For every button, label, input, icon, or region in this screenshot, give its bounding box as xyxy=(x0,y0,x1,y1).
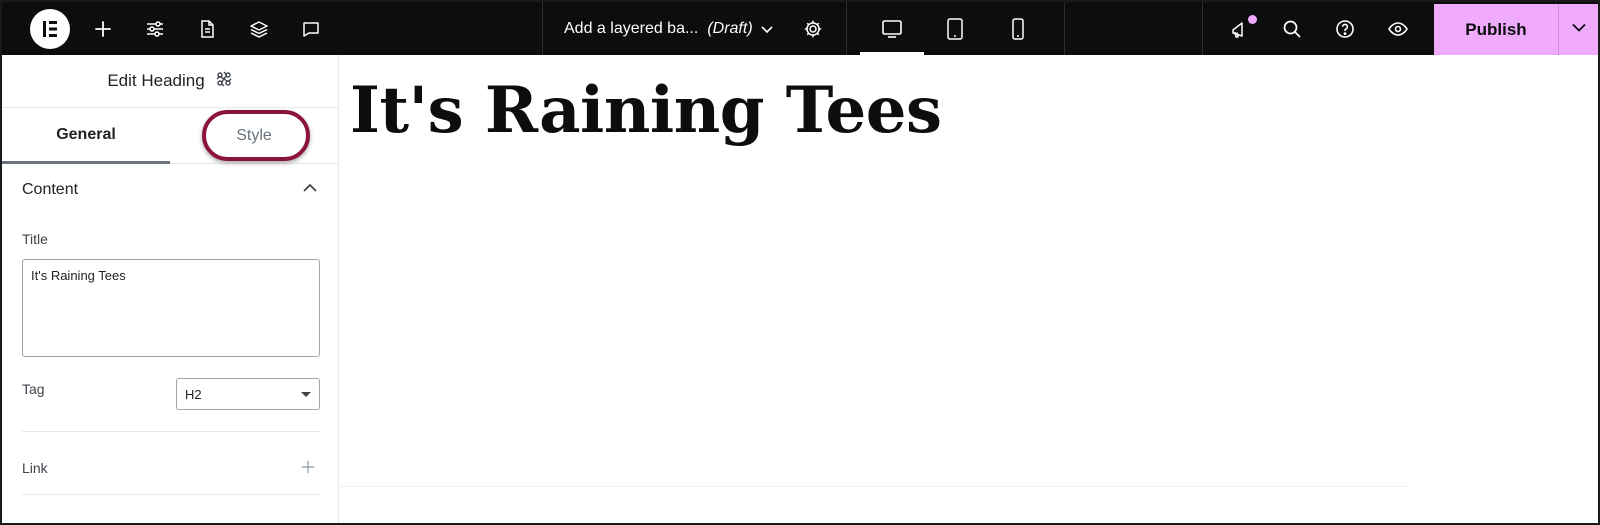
tablet-icon[interactable] xyxy=(935,2,975,55)
document-status: (Draft) xyxy=(707,19,753,37)
title-label: Title xyxy=(22,231,48,247)
chevron-up-icon xyxy=(301,179,319,202)
topbar-separator xyxy=(1064,2,1065,55)
search-icon[interactable] xyxy=(1272,2,1312,55)
plus-icon[interactable] xyxy=(83,2,123,55)
topbar-separator xyxy=(1202,2,1203,55)
page-icon[interactable] xyxy=(187,2,227,55)
desktop-icon[interactable] xyxy=(860,2,924,55)
topbar-separator xyxy=(542,2,543,55)
help-icon[interactable] xyxy=(1325,2,1365,55)
section-divider xyxy=(22,494,320,495)
chevron-down-icon[interactable] xyxy=(747,2,787,55)
topbar-separator xyxy=(846,2,847,55)
gear-icon[interactable] xyxy=(793,2,833,55)
widget-panel: Edit Heading General Style Content Title… xyxy=(2,55,339,523)
section-divider xyxy=(22,431,320,432)
panel-header: Edit Heading xyxy=(2,55,338,108)
tag-label: Tag xyxy=(22,381,45,397)
megaphone-icon[interactable] xyxy=(1220,2,1260,55)
page-canvas: It's Raining Tees xyxy=(340,55,1598,523)
chevron-down-icon xyxy=(1570,18,1588,41)
document-title[interactable]: Add a layered ba... (Draft) xyxy=(564,2,753,55)
title-textarea[interactable]: It's Raining Tees xyxy=(22,259,320,357)
content-section-header[interactable]: Content xyxy=(2,164,339,216)
tag-select-value: H2 xyxy=(185,386,202,402)
content-section-title: Content xyxy=(22,181,79,198)
link-section-title: Link xyxy=(22,460,48,476)
notification-dot xyxy=(1248,15,1257,24)
top-bar: Add a layered ba... (Draft) Publish xyxy=(2,2,1598,55)
publish-options-button[interactable] xyxy=(1558,4,1598,55)
panel-tabs: General Style xyxy=(2,108,338,164)
widgets-grid-icon[interactable] xyxy=(215,70,233,93)
publish-button[interactable]: Publish xyxy=(1434,4,1558,55)
elementor-logo-icon[interactable] xyxy=(30,9,70,49)
tab-style[interactable]: Style xyxy=(170,108,338,164)
tab-general[interactable]: General xyxy=(2,108,170,164)
tag-select[interactable]: H2 xyxy=(176,378,320,410)
caret-down-icon xyxy=(301,391,311,397)
canvas-section-boundary xyxy=(340,486,1410,487)
mobile-icon[interactable] xyxy=(998,2,1038,55)
heading-widget[interactable]: It's Raining Tees xyxy=(350,73,942,148)
comment-icon[interactable] xyxy=(291,2,331,55)
editor-window: Add a layered ba... (Draft) Publish Edit… xyxy=(0,0,1600,525)
layers-icon[interactable] xyxy=(239,2,279,55)
plus-icon xyxy=(301,460,315,477)
panel-title: Edit Heading xyxy=(107,71,205,90)
link-section-header[interactable]: Link xyxy=(2,442,339,494)
document-title-text: Add a layered ba... xyxy=(564,19,699,37)
sliders-icon[interactable] xyxy=(135,2,175,55)
eye-icon[interactable] xyxy=(1378,2,1418,55)
